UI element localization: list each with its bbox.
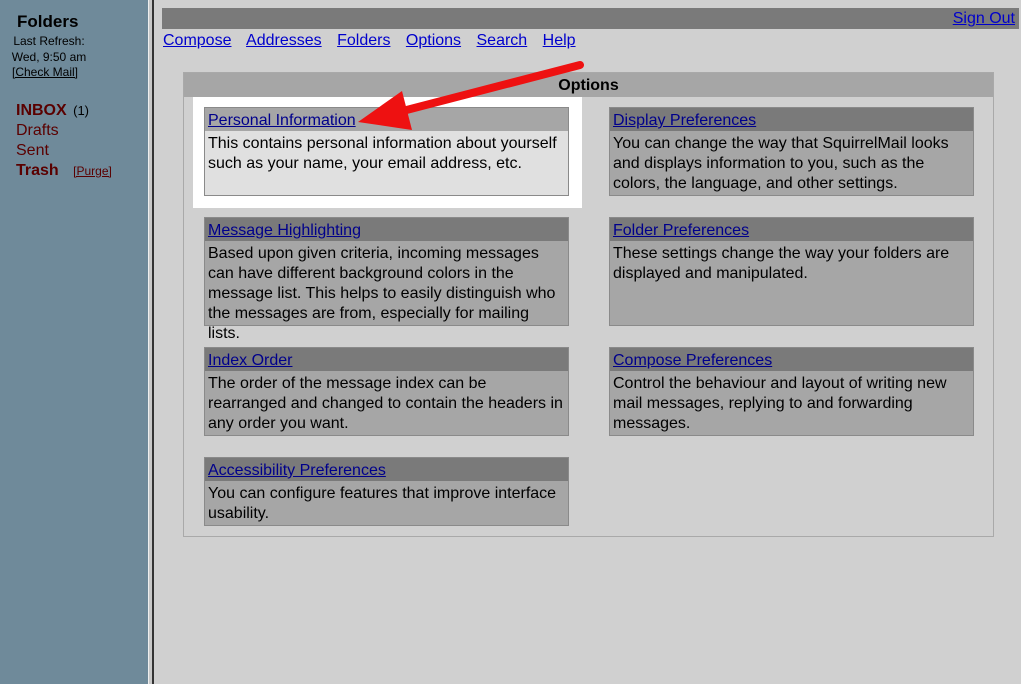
card-folder-preferences: Folder Preferences These settings change… [609, 217, 974, 326]
card-description: These settings change the way your folde… [613, 245, 950, 282]
card-accessibility-preferences: Accessibility Preferences You can config… [204, 457, 569, 526]
nav-search[interactable]: Search [477, 32, 528, 49]
nav-compose[interactable]: Compose [163, 32, 231, 49]
purge-link[interactable]: [Purge] [73, 164, 112, 178]
main-nav: Compose Addresses Folders Options Search… [163, 32, 587, 50]
card-header: Compose Preferences [610, 348, 973, 371]
card-index-order: Index Order The order of the message ind… [204, 347, 569, 436]
card-description: Based upon given criteria, incoming mess… [208, 245, 556, 342]
card-description: The order of the message index can be re… [208, 375, 563, 432]
folders-title: Folders [17, 12, 79, 31]
index-order-link[interactable]: Index Order [208, 352, 292, 369]
folder-preferences-link[interactable]: Folder Preferences [613, 222, 749, 239]
inbox-unread-count: (1) [73, 103, 90, 118]
last-refresh-label: Last Refresh: [13, 34, 85, 48]
card-description: You can change the way that SquirrelMail… [613, 135, 949, 192]
folder-pane: Folders Last Refresh: Wed, 9:50 am [Chec… [0, 0, 148, 684]
nav-folders[interactable]: Folders [337, 32, 390, 49]
check-mail-wrap: [Check Mail] [12, 65, 78, 79]
accessibility-preferences-link[interactable]: Accessibility Preferences [208, 462, 386, 479]
annotation-arrow-icon [358, 61, 584, 130]
nav-options[interactable]: Options [406, 32, 461, 49]
last-refresh: Last Refresh: Wed, 9:50 am [0, 33, 98, 65]
compose-preferences-link[interactable]: Compose Preferences [613, 352, 772, 369]
nav-help[interactable]: Help [543, 32, 576, 49]
card-display-preferences: Display Preferences You can change the w… [609, 107, 974, 196]
card-header: Folder Preferences [610, 218, 973, 241]
last-refresh-time: Wed, 9:50 am [11, 50, 87, 64]
card-compose-preferences: Compose Preferences Control the behaviou… [609, 347, 974, 436]
personal-information-link[interactable]: Personal Information [208, 112, 356, 129]
folder-drafts[interactable]: Drafts [16, 122, 59, 140]
card-header: Index Order [205, 348, 568, 371]
message-highlighting-link[interactable]: Message Highlighting [208, 222, 361, 239]
card-description: Control the behaviour and layout of writ… [613, 375, 947, 432]
card-header: Accessibility Preferences [205, 458, 568, 481]
folder-inbox[interactable]: INBOX (1) [16, 102, 89, 120]
card-description: You can configure features that improve … [208, 485, 557, 522]
card-header: Display Preferences [610, 108, 973, 131]
folder-trash[interactable]: Trash [Purge] [16, 162, 112, 180]
folder-sent[interactable]: Sent [16, 142, 49, 160]
sign-out-link[interactable]: Sign Out [953, 10, 1015, 28]
folder-inbox-label[interactable]: INBOX [16, 102, 67, 119]
check-mail-link[interactable]: [Check Mail] [12, 65, 78, 79]
folder-trash-label[interactable]: Trash [16, 162, 59, 179]
pane-divider[interactable] [148, 0, 154, 684]
nav-addresses[interactable]: Addresses [246, 32, 322, 49]
card-header: Message Highlighting [205, 218, 568, 241]
top-bar: Sign Out [162, 8, 1019, 29]
display-preferences-link[interactable]: Display Preferences [613, 112, 756, 129]
card-message-highlighting: Message Highlighting Based upon given cr… [204, 217, 569, 342]
